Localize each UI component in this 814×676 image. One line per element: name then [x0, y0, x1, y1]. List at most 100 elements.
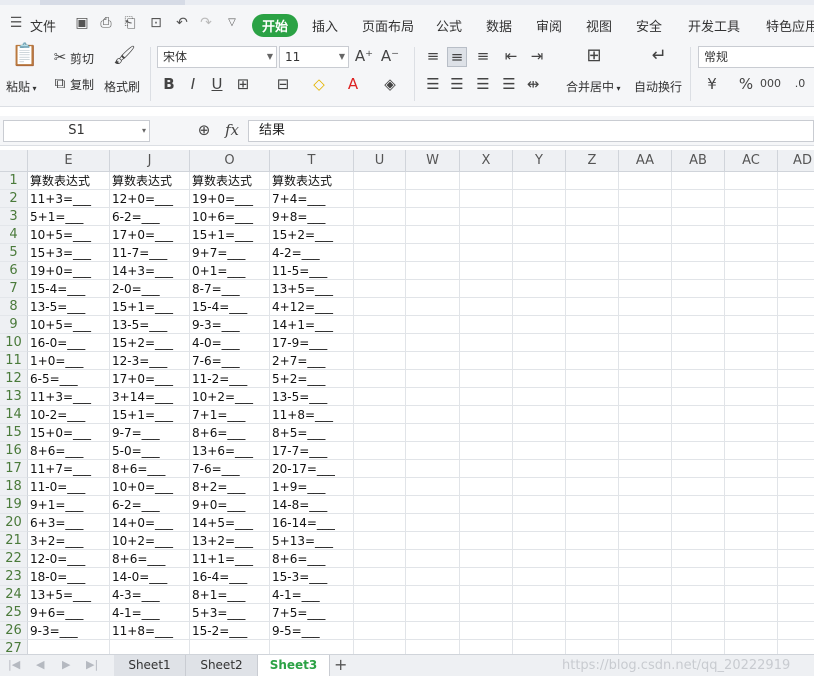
table-cell[interactable]: [354, 298, 406, 316]
table-cell[interactable]: [354, 244, 406, 262]
cut-button[interactable]: 剪切: [70, 50, 94, 67]
format-painter-icon[interactable]: 🖌: [113, 47, 136, 67]
table-cell[interactable]: [406, 208, 460, 226]
table-cell[interactable]: [460, 424, 513, 442]
table-cell[interactable]: 5+1=___: [28, 208, 110, 226]
table-cell[interactable]: [354, 586, 406, 604]
font-name-select[interactable]: 宋体 ▼: [157, 46, 277, 68]
column-header-ab[interactable]: AB: [672, 150, 725, 172]
hamburger-icon[interactable]: ☰: [8, 15, 24, 31]
align-bottom-icon[interactable]: ≡: [473, 47, 493, 67]
table-cell[interactable]: [566, 514, 619, 532]
table-cell[interactable]: [566, 496, 619, 514]
table-cell[interactable]: [513, 442, 566, 460]
font-size-select[interactable]: 11 ▼: [279, 46, 349, 68]
column-header-e[interactable]: E: [28, 150, 110, 172]
number-format-select[interactable]: 常规: [698, 46, 814, 68]
table-cell[interactable]: [566, 532, 619, 550]
table-cell[interactable]: 算数表达式: [270, 172, 354, 190]
table-cell[interactable]: [354, 568, 406, 586]
table-cell[interactable]: [672, 496, 725, 514]
table-cell[interactable]: [513, 460, 566, 478]
table-cell[interactable]: [672, 334, 725, 352]
table-cell[interactable]: [672, 262, 725, 280]
table-cell[interactable]: [460, 262, 513, 280]
file-menu[interactable]: 文件: [30, 16, 56, 35]
percent-icon[interactable]: %: [736, 75, 756, 95]
table-cell[interactable]: 10+2=___: [110, 532, 190, 550]
table-cell[interactable]: 4-3=___: [110, 586, 190, 604]
sheet-tab-1[interactable]: Sheet1: [114, 655, 186, 676]
table-cell[interactable]: 6+3=___: [28, 514, 110, 532]
table-cell[interactable]: [725, 568, 778, 586]
table-cell[interactable]: [725, 478, 778, 496]
table-cell[interactable]: 9+6=___: [28, 604, 110, 622]
table-cell[interactable]: [513, 190, 566, 208]
border-icon[interactable]: ⊞: [233, 75, 253, 95]
table-cell[interactable]: 11+8=___: [270, 406, 354, 424]
table-cell[interactable]: 15-2=___: [190, 622, 270, 640]
table-cell[interactable]: [725, 316, 778, 334]
preview-icon[interactable]: ⊡: [148, 15, 164, 31]
table-cell[interactable]: [725, 388, 778, 406]
zoom-icon[interactable]: ⊕: [194, 121, 214, 141]
table-cell[interactable]: [619, 532, 672, 550]
merge-center-button[interactable]: 合并居中 ▾: [566, 78, 621, 95]
table-cell[interactable]: [406, 550, 460, 568]
align-middle-icon[interactable]: ≡: [447, 47, 467, 67]
table-cell[interactable]: [406, 604, 460, 622]
table-cell[interactable]: [778, 406, 814, 424]
save-icon[interactable]: ▣: [74, 15, 90, 31]
undo-icon[interactable]: ↶: [174, 15, 190, 31]
table-cell[interactable]: [672, 478, 725, 496]
row-header-2[interactable]: 2: [0, 190, 28, 208]
tab-page-layout[interactable]: 页面布局: [362, 16, 414, 35]
column-header-ac[interactable]: AC: [725, 150, 778, 172]
table-cell[interactable]: [566, 622, 619, 640]
table-cell[interactable]: [566, 352, 619, 370]
function-icon[interactable]: fx: [222, 121, 242, 141]
table-cell[interactable]: 5+13=___: [270, 532, 354, 550]
table-cell[interactable]: 13+5=___: [28, 586, 110, 604]
table-cell[interactable]: 4-1=___: [110, 604, 190, 622]
table-cell[interactable]: 8+5=___: [270, 424, 354, 442]
tab-special-apps[interactable]: 特色应用: [766, 16, 814, 35]
align-left-icon[interactable]: ☰: [423, 75, 443, 95]
table-cell[interactable]: [672, 208, 725, 226]
wrap-text-button[interactable]: 自动换行: [634, 78, 682, 95]
table-cell[interactable]: [725, 604, 778, 622]
table-cell[interactable]: [460, 568, 513, 586]
table-cell[interactable]: 7-6=___: [190, 460, 270, 478]
table-cell[interactable]: [778, 604, 814, 622]
table-cell[interactable]: 4-0=___: [190, 334, 270, 352]
column-header-ad[interactable]: AD: [778, 150, 814, 172]
table-cell[interactable]: 8+6=___: [190, 424, 270, 442]
table-cell[interactable]: [566, 298, 619, 316]
table-cell[interactable]: [566, 370, 619, 388]
table-cell[interactable]: [460, 298, 513, 316]
table-cell[interactable]: [725, 262, 778, 280]
table-cell[interactable]: [460, 226, 513, 244]
table-cell[interactable]: [778, 280, 814, 298]
row-header-17[interactable]: 17: [0, 460, 28, 478]
table-cell[interactable]: [406, 262, 460, 280]
table-cell[interactable]: 12-3=___: [110, 352, 190, 370]
table-cell[interactable]: 10+0=___: [110, 478, 190, 496]
table-cell[interactable]: 15+3=___: [28, 244, 110, 262]
column-header-z[interactable]: Z: [566, 150, 619, 172]
row-header-15[interactable]: 15: [0, 424, 28, 442]
table-cell[interactable]: [778, 208, 814, 226]
table-cell[interactable]: [406, 496, 460, 514]
table-cell[interactable]: [672, 532, 725, 550]
table-cell[interactable]: [566, 208, 619, 226]
table-cell[interactable]: 9-3=___: [28, 622, 110, 640]
table-cell[interactable]: 15-4=___: [28, 280, 110, 298]
table-cell[interactable]: 9+7=___: [190, 244, 270, 262]
row-header-26[interactable]: 26: [0, 622, 28, 640]
table-cell[interactable]: 1+0=___: [28, 352, 110, 370]
table-cell[interactable]: [513, 622, 566, 640]
table-cell[interactable]: [619, 298, 672, 316]
table-cell[interactable]: [725, 172, 778, 190]
table-cell[interactable]: [778, 262, 814, 280]
table-cell[interactable]: [460, 190, 513, 208]
